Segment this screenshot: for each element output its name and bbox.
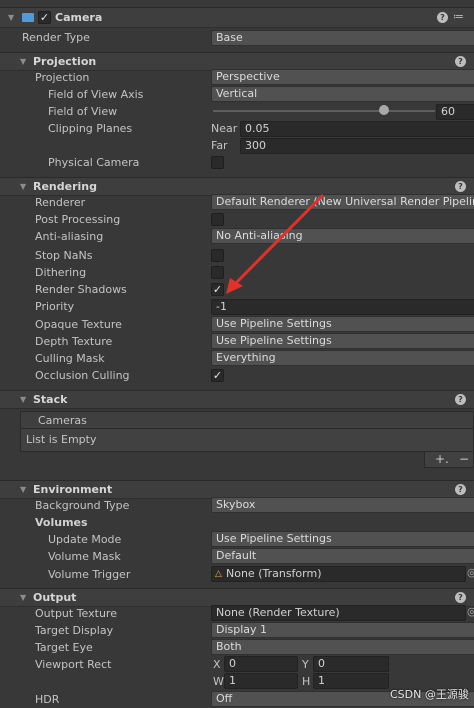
watermark-text: CSDN @王源骏 bbox=[390, 688, 469, 701]
annotation-arrow bbox=[226, 194, 324, 294]
